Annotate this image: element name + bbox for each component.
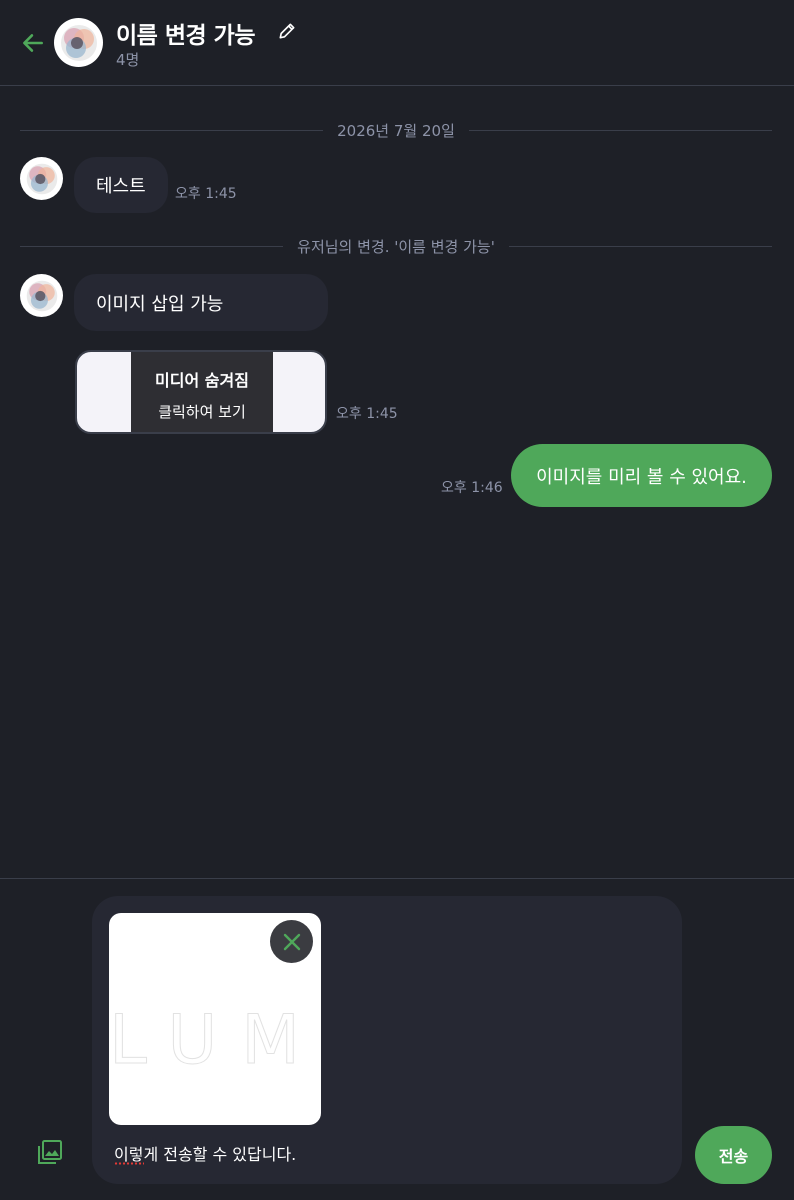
divider — [20, 245, 284, 247]
close-icon — [283, 933, 300, 950]
preview-image-text: LUM — [109, 1001, 321, 1081]
edit-title-button[interactable] — [276, 20, 298, 42]
arrow-left-icon — [23, 34, 43, 52]
system-notice: 유저님의 변경. '이름 변경 가능' — [20, 236, 773, 256]
back-button[interactable] — [18, 28, 48, 58]
message-time: 오후 1:45 — [336, 406, 398, 422]
divider — [508, 245, 773, 247]
message-time: 오후 1:45 — [175, 186, 237, 202]
avatar-image — [26, 280, 57, 311]
pencil-icon — [279, 23, 295, 39]
sender-avatar[interactable] — [20, 157, 63, 200]
send-button[interactable]: 전송 — [695, 1126, 772, 1184]
message-bubble[interactable]: 테스트 — [74, 157, 168, 213]
message-bubble[interactable]: 이미지 삽입 가능 — [74, 274, 328, 331]
divider — [20, 129, 324, 131]
date-separator: 2026년 7월 20일 — [20, 120, 772, 140]
room-title: 이름 변경 가능 — [116, 23, 255, 49]
message-input[interactable] — [114, 1140, 654, 1166]
hidden-media-card[interactable]: 미디어 숨겨짐 클릭하여 보기 — [75, 350, 327, 434]
attach-image-button[interactable] — [34, 1136, 66, 1168]
outgoing-message-bubble[interactable]: 이미지를 미리 볼 수 있어요. — [511, 444, 772, 507]
chat-header: 이름 변경 가능 4명 — [0, 0, 794, 86]
member-count: 4명 — [116, 51, 140, 69]
message-text: 이미지를 미리 볼 수 있어요. — [536, 466, 747, 488]
notice-text: 유저님의 변경. '이름 변경 가능' — [297, 237, 495, 256]
avatar-image — [60, 24, 97, 61]
spellcheck-underline — [114, 1162, 144, 1165]
media-overlay[interactable]: 미디어 숨겨짐 클릭하여 보기 — [131, 352, 273, 432]
sender-avatar[interactable] — [20, 274, 63, 317]
date-label: 2026년 7월 20일 — [337, 121, 455, 140]
media-reveal-link[interactable]: 클릭하여 보기 — [158, 401, 246, 422]
message-text: 테스트 — [96, 176, 146, 197]
message-time: 오후 1:46 — [441, 480, 503, 496]
avatar-image — [26, 163, 57, 194]
remove-attachment-button[interactable] — [270, 920, 313, 963]
media-hidden-title: 미디어 숨겨짐 — [155, 370, 249, 390]
divider — [468, 129, 772, 131]
group-avatar[interactable] — [54, 18, 103, 67]
image-gallery-icon — [38, 1140, 62, 1164]
message-text: 이미지 삽입 가능 — [96, 293, 224, 315]
